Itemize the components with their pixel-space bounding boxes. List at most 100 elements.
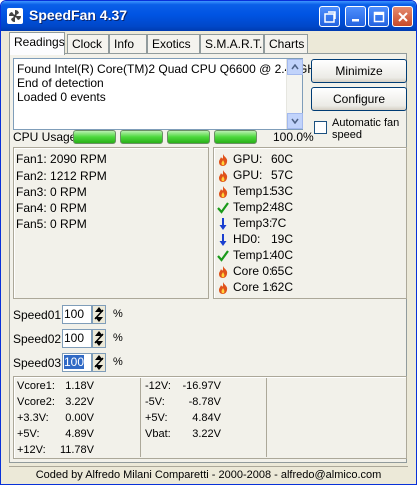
speed01-unit: % [113,308,123,320]
title-bar[interactable]: SpeedFan 4.37 [1,1,416,31]
voltage-value: 4.89V [65,428,94,440]
speed02-label: Speed02: [13,332,65,346]
temperature-label: Temp3: [233,216,273,230]
chevron-up-icon [291,64,299,70]
log-scrollbar[interactable] [286,59,303,129]
voltage-value: 0.00V [65,412,94,424]
voltage-value: 3.22V [192,428,221,440]
voltage-value: 11.78V [59,444,94,456]
tab-exotics[interactable]: Exotics [147,34,200,54]
tab-clock[interactable]: Clock [67,34,109,54]
speedfan-window: SpeedFan 4.37 Readings Clock Info Exotic… [0,0,417,485]
temperature-value: 57C [271,168,294,182]
fan-reading: Fan1: 2090 RPM [16,152,107,166]
maximize-window-button[interactable] [368,6,389,27]
speed02-spinner[interactable] [92,329,106,348]
speed03-input[interactable]: 100 [62,353,92,372]
tab-smart[interactable]: S.M.A.R.T. [200,34,264,54]
speed01-input[interactable]: 100 [62,305,92,324]
speed02-input[interactable]: 100 [62,329,92,348]
scroll-up-button[interactable] [287,59,303,75]
temperature-label: HD0: [233,232,261,246]
window-title: SpeedFan 4.37 [29,7,128,23]
minimize-button[interactable]: Minimize [311,59,407,83]
app-menu-button[interactable] [319,6,340,27]
flame-icon [217,265,229,279]
fan-reading: Fan3: 0 RPM [16,185,87,199]
temperature-label: Core 1: [233,280,273,294]
voltage-label: +3.3V: [17,412,49,424]
spin-arrows-icon [94,355,104,370]
voltage-value: 1.18V [65,380,94,392]
cpu-core-bar [214,130,257,144]
speed01-label: Speed01: [13,308,65,322]
temperature-label: GPU: [233,152,263,166]
automatic-fan-speed-label: Automatic fan speed [332,117,400,141]
voltage-label: +12V: [17,444,46,456]
log-line: End of detection [17,76,104,90]
voltage-label: +5V: [17,428,40,440]
temperature-label: Temp1: [233,184,273,198]
maximize-icon [373,11,384,22]
temperature-label: Core 0: [233,264,273,278]
spin-arrows-icon [94,331,104,346]
temperature-value: 65C [271,264,294,278]
log-memo[interactable]: Found Intel(R) Core(TM)2 Quad CPU Q6600 … [13,58,322,130]
temperature-value: 48C [271,200,294,214]
automatic-fan-speed-checkbox[interactable] [314,121,327,134]
status-bar: Coded by Alfredo Milani Comparetti - 200… [9,466,408,483]
flame-icon [217,153,229,167]
flame-icon [217,281,229,295]
close-icon [397,11,408,22]
voltage-label: Vbat: [145,428,171,440]
voltage-value: 4.84V [192,412,221,424]
cpu-core-bar [167,130,210,144]
minimize-window-button[interactable] [345,6,366,27]
cpu-core-bar [120,130,163,144]
cpu-usage-bar [73,130,285,144]
speed01-spinner[interactable] [92,305,106,324]
cpu-usage-percent: 100.0% [273,130,314,144]
checkmark-icon [217,201,229,215]
voltage-divider [140,378,141,457]
fan-reading: Fan2: 1212 RPM [16,169,107,183]
voltage-label: -5V: [145,396,165,408]
cpu-usage-label: CPU Usage [13,130,77,144]
speed03-value: 100 [64,355,85,369]
configure-button[interactable]: Configure [311,87,407,111]
down-arrow-icon [217,233,229,247]
temperature-label: Temp1: [233,248,273,262]
chevron-down-icon [291,118,299,124]
minimize-icon [351,18,359,21]
speed03-label: Speed03: [13,356,65,370]
flame-icon [217,169,229,183]
temperature-value: 40C [271,248,294,262]
log-line: Loaded 0 events [17,90,106,104]
tab-readings[interactable]: Readings [9,32,65,55]
spin-arrows-icon [94,307,104,322]
flame-icon [217,185,229,199]
voltage-value: -16.97V [182,380,221,392]
voltage-label: +5V: [145,412,168,424]
temperature-label: GPU: [233,168,263,182]
tab-charts[interactable]: Charts [264,34,308,54]
voltage-value: -8.78V [188,396,221,408]
cpu-core-bar [73,130,116,144]
speed02-unit: % [113,332,123,344]
speedfan-fan-icon[interactable] [7,8,23,24]
tab-info[interactable]: Info [109,34,147,54]
scroll-down-button[interactable] [287,113,303,129]
speed03-spinner[interactable] [92,353,106,372]
voltage-label: -12V: [145,380,171,392]
log-line: Found Intel(R) Core(TM)2 Quad CPU Q6600 … [17,62,322,76]
temperature-value: 7C [271,216,287,230]
window-switch-icon [323,10,336,23]
checkmark-icon [217,249,229,263]
voltage-value: 3.22V [65,396,94,408]
temperature-value: 19C [271,232,294,246]
temperature-label: Temp2: [233,200,273,214]
close-window-button[interactable] [392,6,413,27]
temperature-value: 60C [271,152,294,166]
down-arrow-icon [217,217,229,231]
speed03-unit: % [113,356,123,368]
